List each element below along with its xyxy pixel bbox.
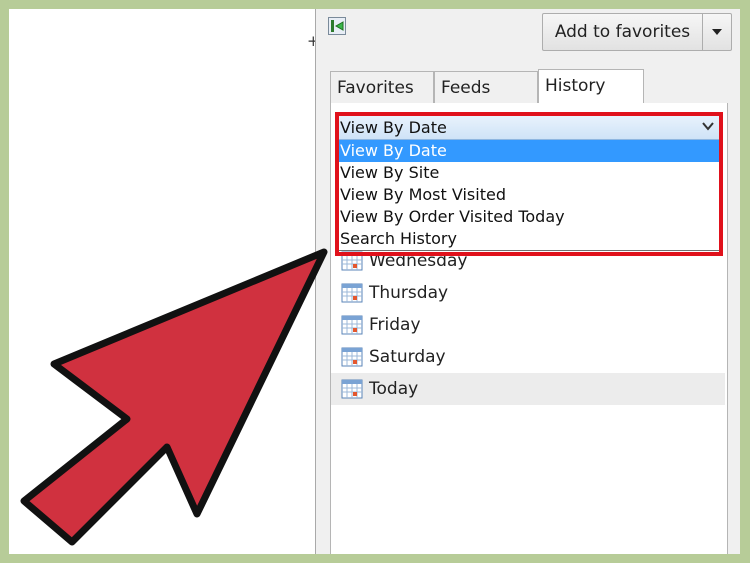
favorites-center-panel: Add to favorites Favorites Feeds History… <box>316 9 740 554</box>
tab-history[interactable]: History <box>538 69 644 104</box>
history-day-item[interactable]: Thursday <box>331 277 725 309</box>
view-option-by-site[interactable]: View By Site <box>336 162 720 184</box>
chevron-down-icon <box>702 122 714 131</box>
history-day-label: Thursday <box>369 283 449 303</box>
add-to-favorites-dropdown[interactable] <box>702 14 731 50</box>
view-option-most-visited[interactable]: View By Most Visited <box>336 184 720 206</box>
add-to-favorites-button[interactable]: Add to favorites <box>543 14 702 50</box>
history-day-label: Saturday <box>369 347 446 367</box>
history-day-item[interactable]: Today <box>331 373 725 405</box>
view-option-search-history[interactable]: Search History <box>336 228 720 250</box>
chevron-down-icon <box>712 29 722 35</box>
pin-to-left-icon <box>331 20 344 32</box>
history-list: View By Date Wednesday Thursday Friday S… <box>330 103 728 554</box>
history-day-label: Wednesday <box>369 251 468 271</box>
history-day-item[interactable]: Friday <box>331 309 725 341</box>
history-day-label: Friday <box>369 315 421 335</box>
tab-feeds[interactable]: Feeds <box>434 71 538 103</box>
calendar-icon <box>341 283 363 303</box>
view-mode-selected: View By Date <box>340 118 447 137</box>
browser-content-area <box>9 9 315 554</box>
calendar-icon <box>341 347 363 367</box>
history-day-label: Today <box>369 379 419 399</box>
calendar-icon <box>341 315 363 335</box>
view-option-order-visited-today[interactable]: View By Order Visited Today <box>336 206 720 228</box>
calendar-icon <box>341 379 363 399</box>
view-option-by-date[interactable]: View By Date <box>336 140 720 162</box>
add-to-favorites-group: Add to favorites <box>542 13 732 51</box>
view-mode-dropdown: View By Date View By Site View By Most V… <box>335 140 721 251</box>
calendar-icon <box>341 251 363 271</box>
history-day-item[interactable]: Saturday <box>331 341 725 373</box>
view-mode-select[interactable]: View By Date <box>335 115 721 140</box>
pin-center-button[interactable] <box>328 17 346 35</box>
tab-favorites[interactable]: Favorites <box>330 71 434 103</box>
screenshot-frame: + Add to favorites Favorites Feeds Histo… <box>9 9 740 554</box>
